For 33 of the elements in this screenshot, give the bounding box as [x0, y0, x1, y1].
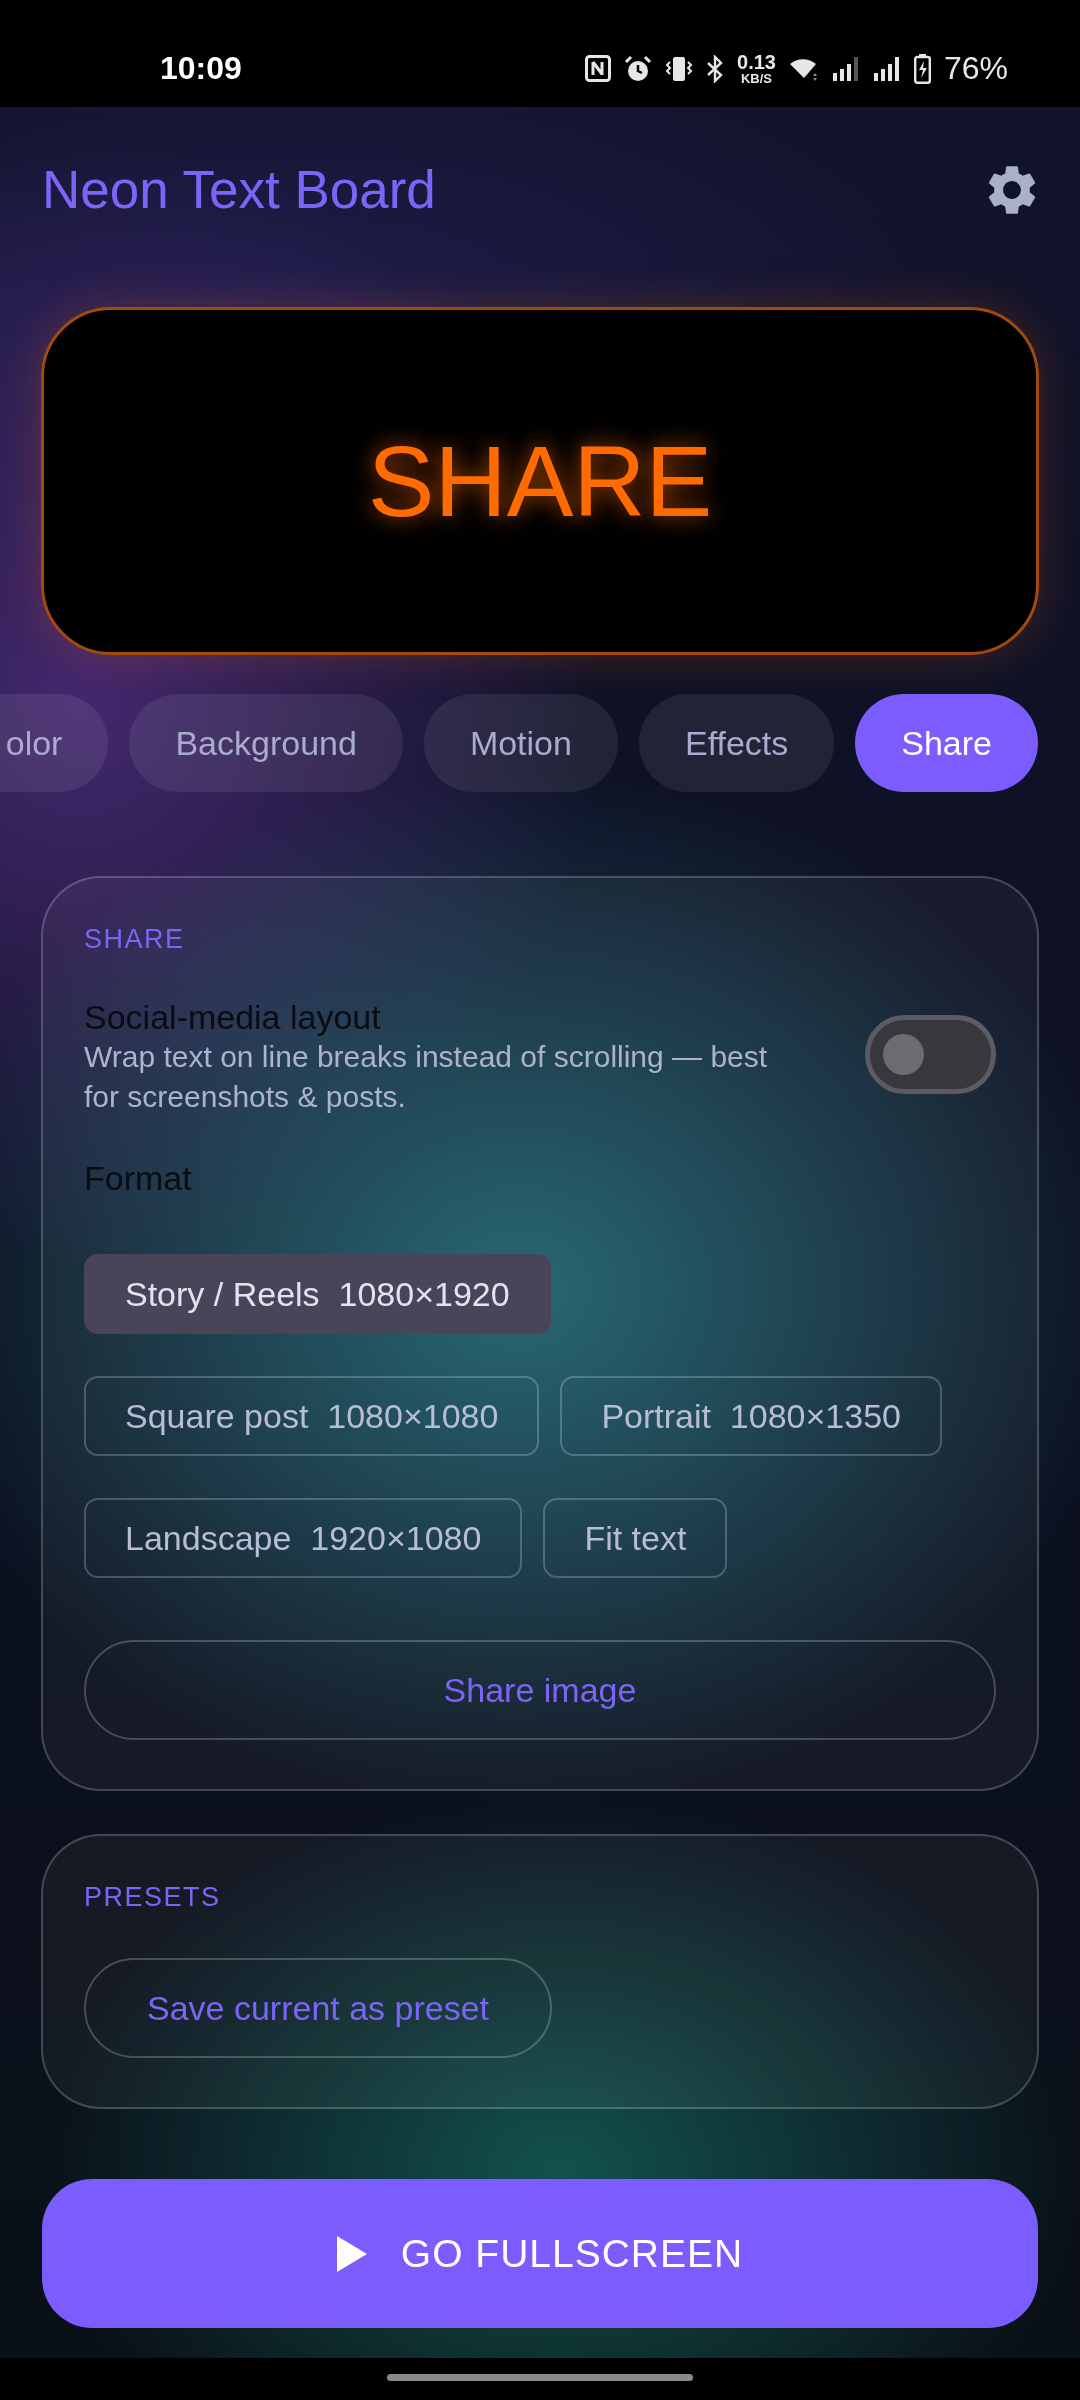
network-speed: 0.13	[737, 52, 776, 72]
format-label: Format	[84, 1158, 192, 1198]
vibrate-icon	[665, 54, 693, 83]
nfc-icon	[585, 55, 611, 82]
tab[interactable]: Effects	[638, 694, 835, 792]
format-chip[interactable]: Landscape 1920×1080	[84, 1498, 523, 1578]
signal-icon	[872, 55, 901, 82]
settings-icon[interactable]	[988, 164, 1036, 215]
speed-unit: KB/S	[740, 72, 772, 85]
format-chip[interactable]: Portrait 1080×1350	[560, 1376, 942, 1456]
app-title: Neon Text Board	[42, 159, 436, 220]
status-time: 10:09	[160, 50, 242, 87]
play-icon	[336, 2235, 367, 2272]
tab[interactable]: Background	[129, 694, 403, 792]
tab[interactable]: Share	[855, 694, 1038, 792]
preview-text: SHARE	[367, 426, 713, 536]
alarm-icon	[624, 54, 652, 83]
section-heading: PRESETS	[84, 1882, 221, 1912]
save-preset-button[interactable]: Save current as preset	[84, 1958, 553, 2058]
battery-icon	[913, 53, 931, 84]
battery-percent: 76%	[943, 50, 1008, 87]
format-chip[interactable]: Story / Reels 1080×1920	[84, 1254, 551, 1334]
tab[interactable]: Motion	[423, 694, 618, 792]
bluetooth-icon	[706, 54, 724, 83]
tab[interactable]: olor	[0, 694, 109, 792]
share-image-button[interactable]: Share image	[84, 1640, 996, 1740]
format-chip[interactable]: Fit text	[543, 1498, 728, 1578]
signal-icon	[831, 55, 860, 82]
format-chip[interactable]: Square post 1080×1080	[84, 1376, 540, 1456]
fullscreen-button[interactable]: GO FULLSCREEN	[42, 2179, 1038, 2328]
setting-title: Social-media layout	[84, 997, 381, 1037]
setting-description: Wrap text on line breaks instead of scrolling — best for screenshots & posts.	[84, 1039, 769, 1115]
section-heading: SHARE	[84, 924, 185, 954]
